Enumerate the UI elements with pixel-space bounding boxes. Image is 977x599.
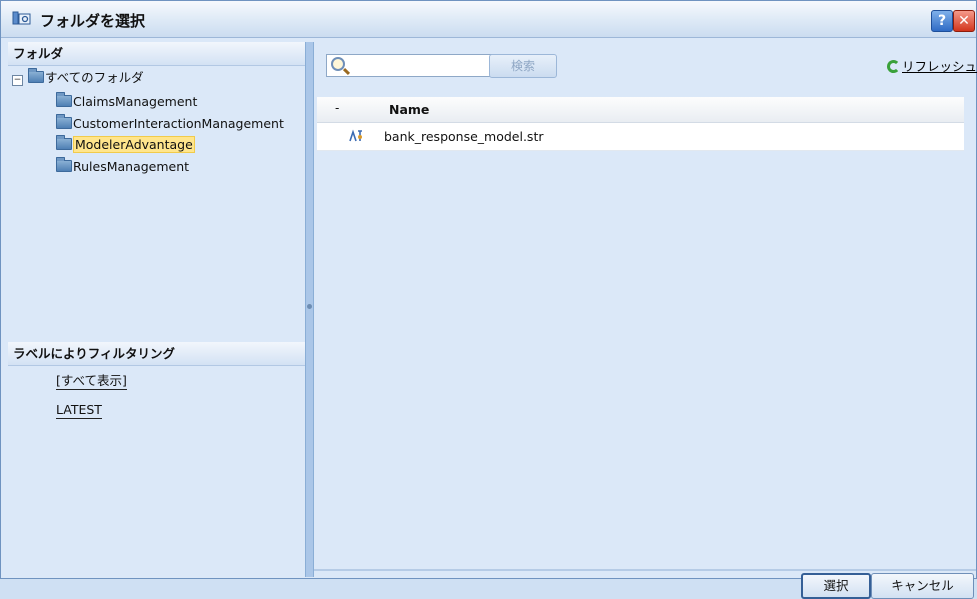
close-button[interactable]: ✕	[953, 10, 975, 32]
refresh-label: リフレッシュ	[902, 59, 977, 74]
name-column-header[interactable]: Name	[389, 102, 429, 117]
folder-icon	[56, 157, 72, 172]
stream-file-icon	[348, 129, 364, 143]
search-field[interactable]	[326, 54, 496, 77]
tree-item-label: CustomerInteractionManagement	[73, 116, 284, 131]
tree-item-claims-management[interactable]: ClaimsManagement	[56, 92, 198, 111]
left-panel: フォルダ − すべてのフォルダ ClaimsManagement Customer…	[8, 42, 305, 577]
title-bar: フォルダを選択 ? ✕	[1, 1, 976, 38]
right-panel: 検索 リフレッシュ - Name bank_response_model.str…	[314, 42, 977, 599]
refresh-link[interactable]: リフレッシュ	[887, 56, 977, 75]
folders-header: フォルダ	[8, 42, 305, 66]
help-button[interactable]: ?	[931, 10, 953, 32]
search-input[interactable]	[351, 57, 495, 76]
file-list-header: - Name	[317, 97, 964, 123]
file-name: bank_response_model.str	[384, 129, 544, 144]
folder-browser-icon	[12, 11, 31, 25]
refresh-icon	[887, 60, 900, 73]
cancel-button[interactable]: キャンセル	[871, 573, 974, 599]
label-filter-header: ラベルによりフィルタリング	[8, 342, 305, 366]
sort-column-header[interactable]: -	[335, 101, 339, 115]
tree-item-label-selected: ModelerAdvantage	[73, 136, 195, 153]
tree-item-customer-interaction-management[interactable]: CustomerInteractionManagement	[56, 114, 284, 133]
table-row[interactable]: bank_response_model.str	[317, 123, 964, 151]
search-icon	[331, 57, 345, 71]
folder-icon	[56, 92, 72, 107]
splitter-grip-icon[interactable]	[307, 304, 312, 309]
folder-icon	[56, 135, 72, 150]
tree-item-modeler-advantage[interactable]: ModelerAdvantage	[56, 135, 195, 154]
folder-select-dialog: フォルダを選択 ? ✕ フォルダ − すべてのフォルダ ClaimsManagem…	[0, 0, 977, 599]
label-filter-latest[interactable]: LATEST	[56, 402, 102, 419]
folder-icon	[28, 68, 44, 83]
collapse-icon[interactable]: −	[12, 75, 23, 86]
dialog-title: フォルダを選択	[40, 12, 146, 30]
label-filter-show-all[interactable]: [すべて表示]	[56, 373, 127, 390]
folder-icon	[56, 114, 72, 129]
tree-root-all-folders[interactable]: − すべてのフォルダ	[12, 68, 144, 87]
tree-item-label: ClaimsManagement	[73, 94, 198, 109]
search-button[interactable]: 検索	[489, 54, 557, 78]
tree-root-label: すべてのフォルダ	[45, 70, 144, 85]
select-button[interactable]: 選択	[801, 573, 871, 599]
tree-item-rules-management[interactable]: RulesManagement	[56, 157, 190, 176]
footer-divider	[314, 569, 976, 571]
panel-splitter[interactable]	[305, 42, 314, 577]
tree-item-label: RulesManagement	[73, 159, 190, 174]
